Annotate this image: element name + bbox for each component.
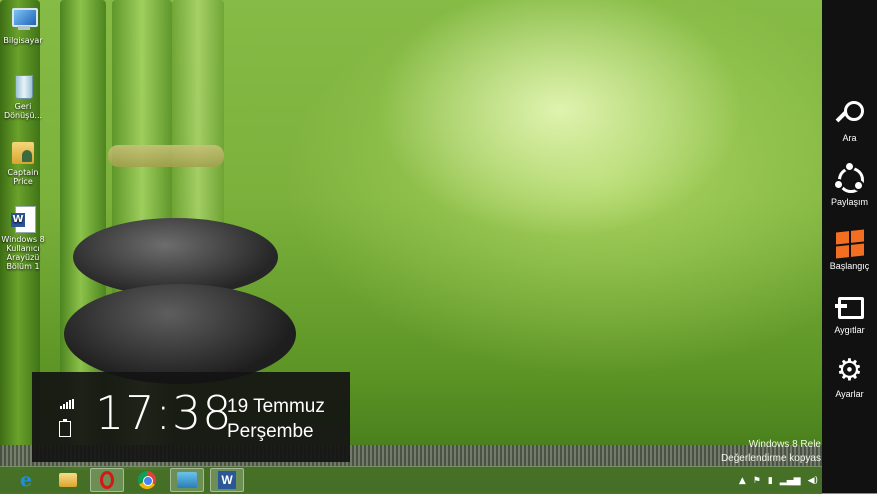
desktop-icon-recycle-bin[interactable]: Geri Dönüşü... xyxy=(0,72,46,120)
system-tray: ▲ ⚑ ▮ ▂▄▆ ◀) xyxy=(739,474,818,488)
charm-label: Aygıtlar xyxy=(834,325,865,335)
taskbar-internet-explorer[interactable]: e xyxy=(12,468,46,492)
desktop-icon-label: Bilgisayar xyxy=(3,36,43,45)
clock-date-block: 19 Temmuz Perşembe xyxy=(227,394,325,444)
taskbar-word[interactable]: W xyxy=(210,468,244,492)
opera-icon xyxy=(100,471,114,489)
bamboo-node xyxy=(108,145,224,167)
build-watermark-line2: Değerlendirme kopyas xyxy=(720,453,821,464)
volume-icon[interactable]: ◀) xyxy=(808,476,818,486)
charm-label: Ara xyxy=(842,133,857,143)
windows-start-icon xyxy=(835,228,865,259)
charm-share[interactable]: Paylaşım xyxy=(822,161,877,207)
taskbar-chrome[interactable] xyxy=(130,468,164,492)
taskbar-opera[interactable] xyxy=(90,468,124,492)
desktop-icon-user-folder[interactable]: Captain Price xyxy=(0,138,46,186)
network-icon xyxy=(177,472,197,488)
taskbar-network[interactable] xyxy=(170,468,204,492)
battery-icon xyxy=(59,419,71,437)
search-icon xyxy=(835,100,865,130)
desktop-icon-computer[interactable]: Bilgisayar xyxy=(0,6,46,45)
clock-day: Perşembe xyxy=(227,421,314,442)
desktop-icon-label: Geri Dönüşü... xyxy=(3,102,43,120)
user-folder-icon xyxy=(10,138,36,166)
settings-gear-icon: ⚙ xyxy=(836,354,863,387)
charm-settings[interactable]: ⚙ Ayarlar xyxy=(822,354,877,400)
taskbar-file-explorer[interactable] xyxy=(51,468,85,492)
clock-date: 19 Temmuz xyxy=(227,396,325,417)
charm-devices[interactable]: Aygıtlar xyxy=(822,292,877,335)
build-watermark-line1: Windows 8 Rele xyxy=(748,439,821,450)
devices-icon xyxy=(834,292,865,322)
tray-overflow-icon[interactable]: ▲ xyxy=(739,476,746,486)
taskbar: e W ▲ ⚑ ▮ ▂▄▆ ◀) xyxy=(0,466,822,494)
charm-label: Paylaşım xyxy=(830,197,868,207)
charms-bar: Ara Paylaşım Başlangıç Aygıtlar ⚙ Ayarla… xyxy=(822,0,877,493)
clock-time: 17:38 xyxy=(95,386,233,440)
charm-search[interactable]: Ara xyxy=(822,100,877,143)
charms-clock-panel: 17:38 19 Temmuz Perşembe xyxy=(32,372,350,462)
desktop-icon-label: Captain Price xyxy=(7,168,39,186)
battery-icon[interactable]: ▮ xyxy=(768,476,773,486)
flag-icon[interactable]: ⚑ xyxy=(753,476,761,486)
desktop-icon-word-document[interactable]: W Windows 8 Kullanıcı Arayüzü Bölüm 1 xyxy=(0,205,46,271)
word-document-icon: W xyxy=(10,205,36,233)
charm-label: Başlangıç xyxy=(829,261,870,271)
signal-strength-icon xyxy=(60,399,74,409)
desktop-icon-label: Windows 8 Kullanıcı Arayüzü Bölüm 1 xyxy=(1,235,45,271)
internet-explorer-icon: e xyxy=(20,469,33,491)
share-icon xyxy=(832,161,865,194)
recycle-bin-icon xyxy=(10,72,36,100)
word-icon: W xyxy=(218,471,236,489)
chrome-icon xyxy=(138,471,156,489)
file-explorer-icon xyxy=(59,473,77,487)
charm-start[interactable]: Başlangıç xyxy=(822,228,877,271)
signal-icon[interactable]: ▂▄▆ xyxy=(780,476,801,486)
zen-stone-bottom xyxy=(64,284,296,384)
charm-label: Ayarlar xyxy=(835,389,864,399)
computer-icon xyxy=(10,6,38,34)
